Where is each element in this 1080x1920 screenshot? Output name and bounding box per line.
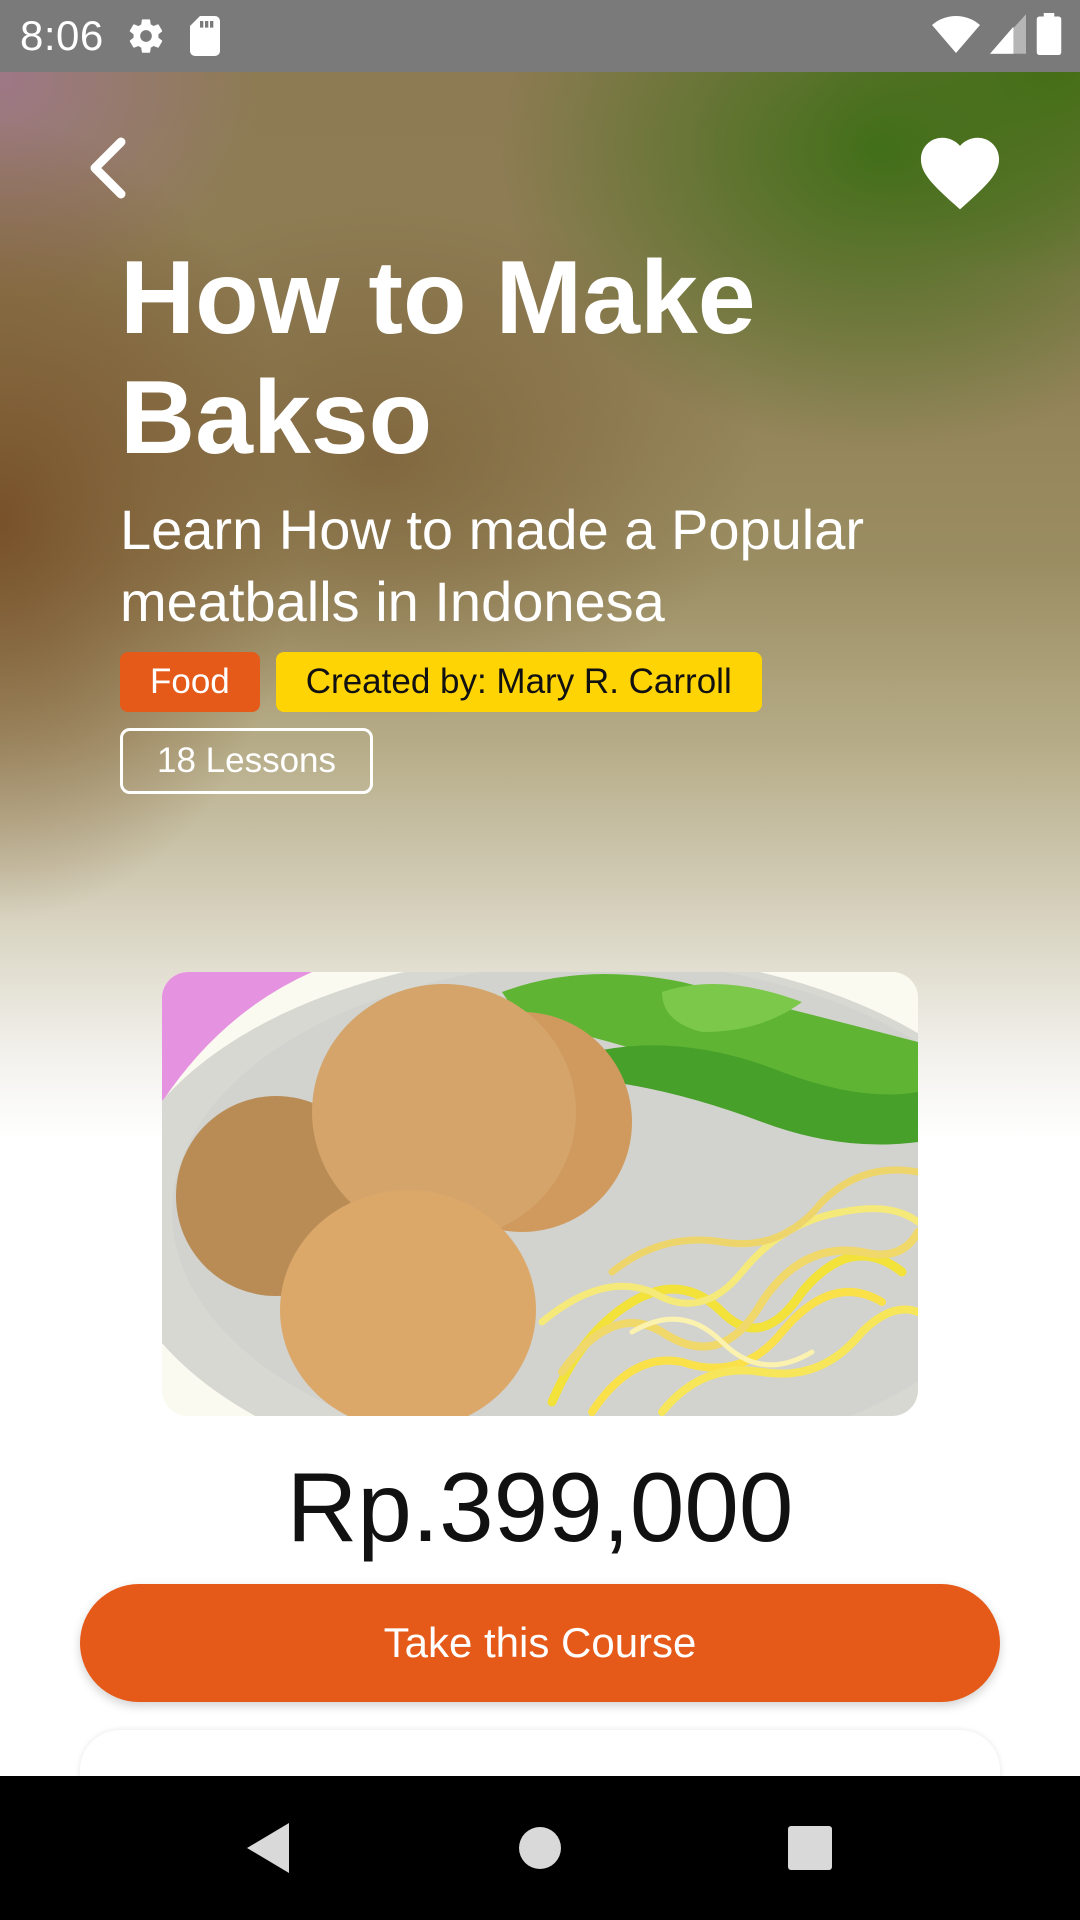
nav-home-button[interactable] [480,1776,600,1920]
bakso-illustration [162,972,918,1416]
lessons-count-tag: 18 Lessons [120,728,374,794]
course-price: Rp.399,000 [286,1452,794,1562]
sd-card-icon [188,16,222,56]
course-title: How to Make Bakso [120,240,756,476]
course-detail-screen: 8:06 How to Make Bakso Learn How to made… [0,0,1080,1920]
course-tags: Food Created by: Mary R. Carroll [120,652,762,712]
take-course-button[interactable]: Take this Course [80,1584,1000,1702]
favorite-button[interactable] [910,118,1010,218]
course-image [162,972,918,1416]
nav-recents-button[interactable] [750,1776,870,1920]
nav-back-button[interactable] [208,1776,328,1920]
category-tag: Food [120,652,260,712]
gear-icon [126,16,166,56]
heart-icon [920,137,1000,210]
nav-recents-icon [788,1826,832,1870]
status-right-group [932,0,1062,72]
nav-back-icon [247,1823,289,1873]
chevron-left-icon [90,137,126,199]
status-time: 8:06 [20,12,104,59]
wifi-icon [932,14,980,59]
nav-home-icon [519,1827,561,1869]
cell-signal-icon [990,13,1026,59]
back-button[interactable] [72,128,142,208]
battery-icon [1036,12,1062,60]
status-bar: 8:06 [0,0,1080,72]
author-tag: Created by: Mary R. Carroll [275,652,762,712]
navigation-bar [0,1776,1080,1920]
course-subtitle: Learn How to made a Popular meatballs in… [120,498,864,633]
